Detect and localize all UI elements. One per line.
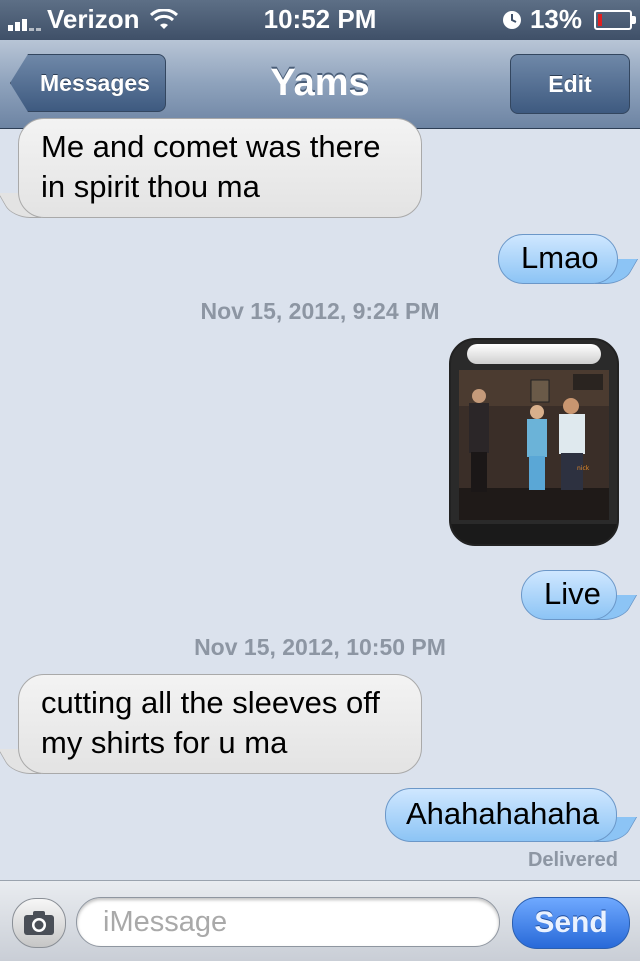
compose-bar: Send [0,880,640,961]
message-text-line: Me and comet was there [41,129,381,164]
outgoing-message-bubble[interactable]: Live [521,570,617,620]
message-text: Ahahahahaha [406,796,600,831]
edit-button[interactable]: Edit [510,54,630,114]
imessage-input[interactable] [76,897,500,947]
svg-text:nick: nick [577,465,590,472]
photo-bubble-footer [451,524,617,544]
camera-icon [24,911,54,935]
message-text-line: my shirts for u ma [41,725,288,760]
clock-icon [502,10,521,29]
message-timestamp: Nov 15, 2012, 10:50 PM [194,634,446,660]
delivered-status: Delivered [527,849,618,871]
battery-fill [598,13,602,26]
battery-icon [594,9,636,30]
tv-scene-photo[interactable]: nick [459,370,609,520]
send-button[interactable]: Send [512,897,630,949]
message-text: Live [544,576,601,611]
photo-bubble-highlight [467,344,601,364]
incoming-message-bubble[interactable]: Me and comet was there in spirit thou ma [18,118,422,218]
message-text: Lmao [521,240,599,275]
message-text-line: in spirit thou ma [41,169,260,204]
navigation-bar: Messages Yams Edit [0,40,640,129]
camera-button[interactable] [12,898,66,948]
battery-percent: 13% [529,4,582,34]
message-text-line: cutting all the sleeves off [41,685,380,720]
outgoing-photo-bubble[interactable]: nick [449,338,619,546]
status-bar: Verizon 10:52 PM 13% [0,0,640,40]
outgoing-message-bubble[interactable]: Ahahahahaha [385,788,617,842]
message-timestamp: Nov 15, 2012, 9:24 PM [200,298,440,324]
outgoing-message-bubble[interactable]: Lmao [498,234,618,284]
status-right-group: 13% [502,4,636,35]
incoming-message-bubble[interactable]: cutting all the sleeves off my shirts fo… [18,674,422,774]
